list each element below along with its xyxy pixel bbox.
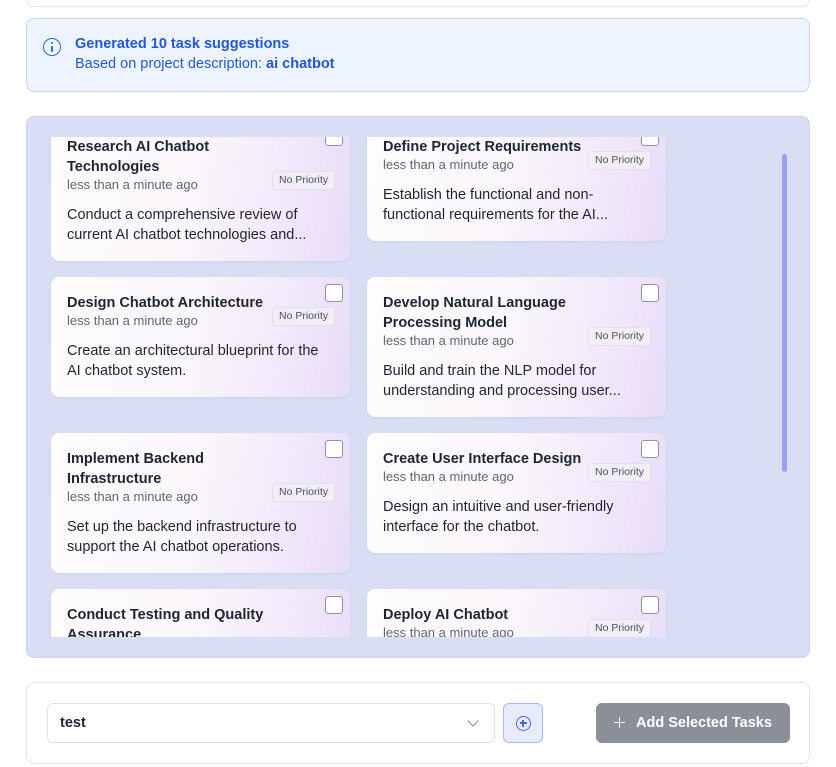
- task-title: Conduct Testing and Quality Assurance: [67, 607, 264, 637]
- add-selected-tasks-label: Add Selected Tasks: [636, 715, 772, 731]
- task-title: Deploy AI Chatbot: [383, 607, 509, 623]
- task-description: Create an architectural blueprint for th…: [67, 343, 319, 379]
- task-select-checkbox[interactable]: [641, 596, 659, 614]
- task-timestamp: less than a minute ago: [67, 177, 198, 192]
- task-select-checkbox[interactable]: [325, 137, 343, 146]
- task-description: Design an intuitive and user-friendly in…: [383, 499, 614, 535]
- task-card[interactable]: Create User Interface Design less than a…: [367, 433, 666, 553]
- task-card[interactable]: Implement Backend Infrastructure less th…: [51, 433, 350, 573]
- priority-badge: No Priority: [587, 463, 651, 482]
- banner-project-description: ai chatbot: [266, 56, 335, 72]
- task-select-checkbox[interactable]: [641, 440, 659, 458]
- task-description: Build and train the NLP model for unders…: [383, 363, 621, 399]
- task-card[interactable]: Design Chatbot Architecture less than a …: [51, 277, 350, 397]
- task-title: Create User Interface Design: [383, 451, 582, 467]
- task-title: Define Project Requirements: [383, 139, 582, 155]
- task-select-checkbox[interactable]: [641, 284, 659, 302]
- chevron-down-icon: [467, 715, 479, 727]
- task-card[interactable]: Define Project Requirements less than a …: [367, 137, 666, 241]
- banner-subtitle-prefix: Based on project description:: [75, 56, 262, 72]
- task-description: Establish the functional and non-functio…: [383, 187, 608, 223]
- task-select-checkbox[interactable]: [325, 596, 343, 614]
- previous-card-edge: [26, 0, 810, 7]
- task-title: Design Chatbot Architecture: [67, 295, 264, 311]
- project-select[interactable]: test: [47, 703, 495, 743]
- task-title: Research AI Chatbot Technologies: [67, 139, 210, 175]
- task-card[interactable]: Deploy AI Chatbot less than a minute ago…: [367, 589, 666, 637]
- task-card[interactable]: Research AI Chatbot Technologies less th…: [51, 137, 350, 261]
- task-timestamp: less than a minute ago: [383, 333, 514, 348]
- task-suggestions-panel[interactable]: Research AI Chatbot Technologies less th…: [26, 116, 810, 658]
- task-card[interactable]: Conduct Testing and Quality Assurance: [51, 589, 350, 637]
- vertical-scrollbar[interactable]: [782, 154, 787, 472]
- task-title: Develop Natural Language Processing Mode…: [383, 295, 566, 331]
- banner-title: Generated 10 task suggestions: [75, 36, 290, 52]
- task-select-checkbox[interactable]: [325, 440, 343, 458]
- task-timestamp: less than a minute ago: [383, 625, 514, 637]
- add-tasks-footer: test Add Selected Tasks: [26, 682, 810, 764]
- project-select-value: test: [60, 715, 86, 731]
- priority-badge: No Priority: [587, 327, 651, 346]
- plus-icon: [614, 717, 625, 728]
- task-select-checkbox[interactable]: [641, 137, 659, 146]
- info-banner: Generated 10 task suggestions Based on p…: [26, 18, 810, 92]
- priority-badge: No Priority: [271, 171, 335, 190]
- task-select-checkbox[interactable]: [325, 284, 343, 302]
- priority-badge: No Priority: [271, 483, 335, 502]
- priority-badge: No Priority: [587, 151, 651, 170]
- task-timestamp: less than a minute ago: [67, 489, 198, 504]
- add-selected-tasks-button[interactable]: Add Selected Tasks: [596, 703, 790, 743]
- task-description: Conduct a comprehensive review of curren…: [67, 207, 307, 243]
- task-title: Implement Backend Infrastructure: [67, 451, 204, 487]
- priority-badge: No Priority: [587, 619, 651, 637]
- task-timestamp: less than a minute ago: [383, 469, 514, 484]
- banner-subtitle: Based on project description: ai chatbot: [75, 56, 335, 72]
- task-timestamp: less than a minute ago: [67, 313, 198, 328]
- task-list-scroll-area[interactable]: Research AI Chatbot Technologies less th…: [27, 137, 809, 637]
- priority-badge: No Priority: [271, 307, 335, 326]
- create-project-button[interactable]: [503, 703, 543, 743]
- info-icon: [43, 38, 61, 56]
- task-description: Set up the backend infrastructure to sup…: [67, 519, 297, 555]
- plus-circle-icon: [516, 716, 531, 731]
- task-card[interactable]: Develop Natural Language Processing Mode…: [367, 277, 666, 417]
- task-timestamp: less than a minute ago: [383, 157, 514, 172]
